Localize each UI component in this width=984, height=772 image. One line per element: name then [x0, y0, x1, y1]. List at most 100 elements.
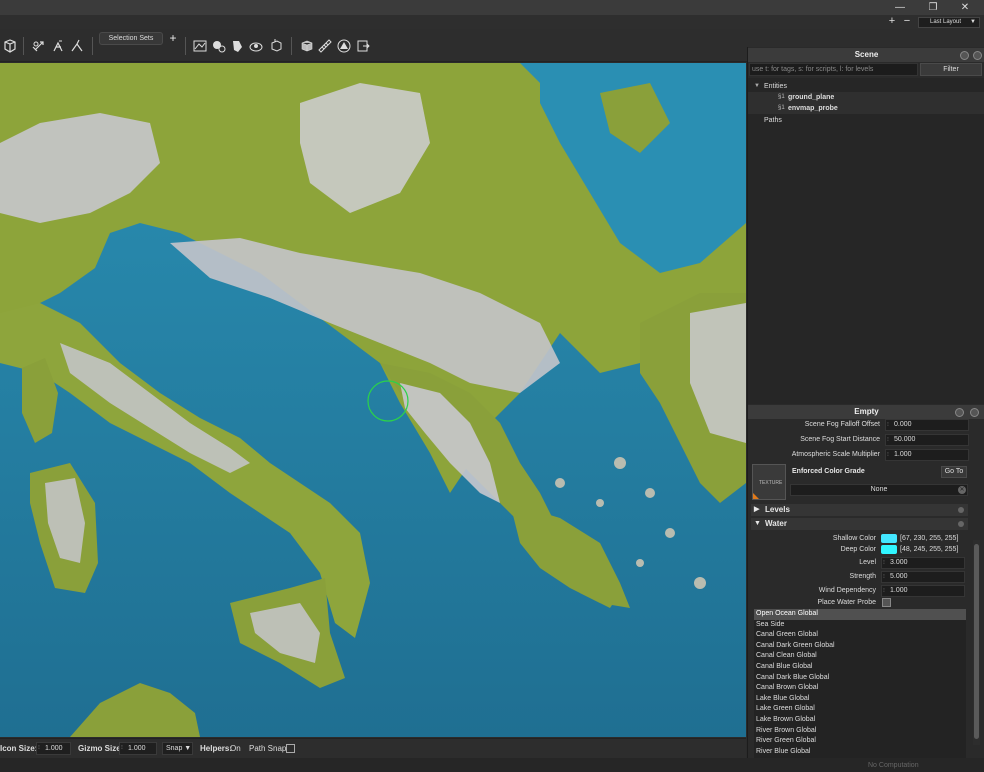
cube-icon[interactable] [299, 38, 315, 54]
title-bar: — ❐ ✕ [0, 0, 984, 15]
navmesh-icon[interactable] [336, 38, 352, 54]
export-icon[interactable] [355, 38, 371, 54]
icon-size-label: Icon Size: [0, 744, 38, 753]
section-menu-icon[interactable] [958, 521, 964, 527]
add-layout-button[interactable]: + [886, 15, 898, 29]
water-section[interactable]: ▼ Water [751, 518, 968, 530]
close-button[interactable]: ✕ [950, 0, 980, 15]
place-water-probe-button[interactable] [882, 598, 891, 607]
chevron-down-icon: ▼ [754, 520, 761, 527]
minimize-button[interactable]: — [885, 0, 915, 15]
list-item[interactable]: Canal Clean Global [754, 651, 966, 662]
icon-size-field[interactable]: ⁝ 1.000 [36, 742, 71, 755]
empty-panel-header: Empty [748, 405, 984, 419]
tree-item[interactable]: §1 ground_plane [748, 92, 984, 103]
path-snap-checkbox[interactable] [286, 744, 295, 753]
deep-color-value: [48, 245, 255, 255] [900, 546, 959, 553]
list-item[interactable]: Canal Blue Global [754, 662, 966, 673]
chevron-right-icon: ▶ [754, 506, 760, 513]
settings-icon[interactable] [955, 408, 964, 417]
list-item[interactable]: Canal Brown Global [754, 683, 966, 694]
list-item[interactable]: Canal Dark Green Global [754, 641, 966, 652]
filter-button[interactable]: Filter [920, 63, 982, 76]
color-grade-field[interactable]: None [790, 484, 968, 496]
tree-item[interactable]: §1 envmap_probe [748, 103, 984, 114]
water-preset-list: Open Ocean Global Sea Side Canal Green G… [754, 609, 966, 758]
close-icon[interactable] [970, 408, 979, 417]
texture-corner-icon [753, 493, 759, 499]
levels-section[interactable]: ▶ Levels [751, 504, 968, 516]
scatter-icon[interactable] [248, 38, 264, 54]
list-item[interactable]: Canal Dark Blue Global [754, 673, 966, 684]
tree-entities[interactable]: ▼ Entities [748, 81, 984, 92]
layout-dropdown[interactable]: Last Layout ▼ [918, 17, 980, 28]
atmospheric-scale-field[interactable]: ⁝ 1.000 [885, 449, 969, 461]
list-item[interactable]: River Green Global [754, 736, 966, 747]
list-item[interactable]: Open Ocean Global [754, 609, 966, 620]
atmospheric-scale-value: 1.000 [894, 451, 912, 458]
properties-scrollbar[interactable] [973, 540, 980, 745]
object-place-icon[interactable] [268, 38, 284, 54]
texture-thumbnail[interactable]: TEXTURE [752, 464, 786, 500]
empty-title: Empty [854, 407, 879, 416]
fog-start-field[interactable]: ⁝ 50.000 [885, 434, 969, 446]
entity-icon: §1 [778, 94, 785, 100]
spinner-icon: ⁝ [883, 574, 885, 580]
section-menu-icon[interactable] [958, 507, 964, 513]
chevron-down-icon: ▼ [754, 83, 760, 89]
goto-button[interactable]: Go To [941, 466, 967, 478]
list-item[interactable]: River Brown Global [754, 726, 966, 737]
scale-gizmo-icon[interactable] [69, 38, 85, 54]
remove-layout-button[interactable]: − [901, 15, 913, 29]
tree-paths[interactable]: Paths [748, 115, 984, 126]
scene-search-input[interactable]: use t: for tags, s: for scripts, l: for … [749, 63, 918, 76]
selection-sets-button[interactable]: Selection Sets [99, 32, 163, 45]
cube-select-icon[interactable] [2, 38, 18, 54]
fog-falloff-field[interactable]: ⁝ 0.000 [885, 419, 969, 431]
list-item[interactable]: River Blue Global [754, 747, 966, 758]
rotate-gizmo-icon[interactable] [50, 38, 66, 54]
add-selection-set-button[interactable]: + [167, 31, 179, 45]
viewport[interactable] [0, 63, 746, 737]
toolbar-divider [92, 37, 93, 55]
snap-dropdown[interactable]: Snap ▼ [162, 742, 193, 755]
terrain-icon[interactable] [192, 38, 208, 54]
spinner-icon: ⁝ [883, 588, 885, 594]
fog-start-label: Scene Fog Start Distance [800, 436, 880, 443]
clear-icon[interactable]: ✕ [958, 486, 966, 494]
terrain-map [0, 63, 746, 737]
status-bar: Icon Size: ⁝ 1.000 Gizmo Size ⁝ 1.000 Snap… [0, 738, 746, 758]
brush-icon[interactable] [211, 38, 227, 54]
spinner-icon: ⁝ [887, 437, 889, 443]
ruler-icon[interactable] [317, 38, 333, 54]
wind-dependency-label: Wind Dependency [818, 587, 876, 594]
spinner-icon: ⁝ [38, 745, 40, 751]
fog-falloff-value: 0.000 [894, 421, 912, 428]
toolbar-divider [23, 37, 24, 55]
deep-color-swatch[interactable] [881, 545, 897, 554]
levels-label: Levels [765, 505, 790, 514]
fog-falloff-label: Scene Fog Falloff Offset [804, 421, 880, 428]
gizmo-size-field[interactable]: ⁝ 1.000 [119, 742, 157, 755]
restore-button[interactable]: ❐ [918, 0, 948, 15]
shallow-color-value: [67, 230, 255, 255] [900, 535, 959, 542]
settings-icon[interactable] [960, 51, 969, 60]
helpers-value[interactable]: On [230, 744, 241, 753]
tree-item-label: envmap_probe [788, 105, 838, 112]
wind-dependency-field[interactable]: ⁝ 1.000 [881, 585, 965, 597]
paint-icon[interactable] [229, 38, 245, 54]
list-item[interactable]: Lake Blue Global [754, 694, 966, 705]
icon-size-value: 1.000 [45, 745, 63, 752]
scrollbar-thumb[interactable] [974, 544, 979, 739]
list-item[interactable]: Lake Brown Global [754, 715, 966, 726]
level-field[interactable]: ⁝ 3.000 [881, 557, 965, 569]
level-value: 3.000 [890, 559, 908, 566]
list-item[interactable]: Canal Green Global [754, 630, 966, 641]
close-icon[interactable] [973, 51, 982, 60]
shallow-color-swatch[interactable] [881, 534, 897, 543]
list-item[interactable]: Lake Green Global [754, 704, 966, 715]
list-item[interactable]: Sea Side [754, 620, 966, 631]
strength-field[interactable]: ⁝ 5.000 [881, 571, 965, 583]
move-gizmo-icon[interactable] [31, 38, 47, 54]
chevron-down-icon: ▼ [970, 19, 976, 25]
